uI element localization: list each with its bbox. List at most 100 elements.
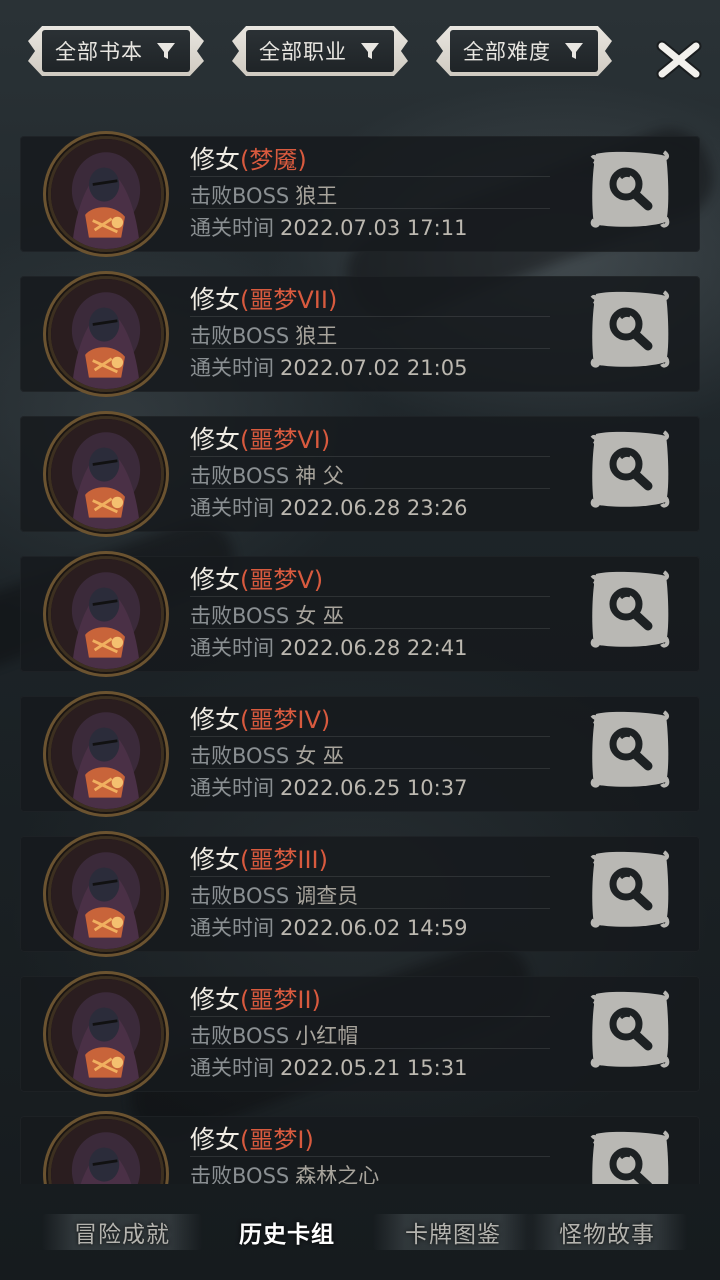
clear-time-row: 通关时间 2022.06.28 22:41	[190, 632, 467, 662]
nun-portrait-icon	[48, 416, 164, 532]
nun-portrait-icon	[48, 976, 164, 1092]
divider	[190, 316, 550, 317]
divider	[190, 488, 550, 489]
tab-achievements[interactable]: 冒险成就	[42, 1208, 202, 1256]
character-name: 修女	[190, 845, 241, 874]
filter-difficulty-label: 全部难度	[463, 40, 551, 64]
divider	[190, 596, 550, 597]
character-name: 修女	[190, 565, 241, 594]
clear-time-row: 通关时间 2022.07.02 21:05	[190, 352, 467, 382]
boss-label: 击败BOSS	[190, 604, 290, 628]
clear-time-value: 2022.06.28 23:26	[280, 496, 468, 520]
difficulty-label: (噩梦I)	[240, 1126, 314, 1154]
nun-portrait-icon	[48, 556, 164, 672]
magnifier-icon[interactable]	[588, 1128, 672, 1184]
magnifier-icon[interactable]	[588, 988, 672, 1070]
boss-name: 森林之心	[295, 1164, 380, 1184]
divider	[190, 1156, 550, 1157]
divider	[190, 456, 550, 457]
boss-name: 神 父	[295, 464, 344, 488]
difficulty-label: (噩梦IV)	[240, 706, 331, 734]
clear-time-row: 通关时间 2022.07.03 17:11	[190, 212, 467, 242]
magnifier-icon[interactable]	[588, 148, 672, 230]
clear-time-value: 2022.07.02 21:05	[280, 356, 468, 380]
nun-portrait-icon	[48, 136, 164, 252]
divider	[190, 208, 550, 209]
boss-name: 女 巫	[295, 604, 344, 628]
history-record: 修女 (噩梦III) 击败BOSS 调查员 通关时间 2022.06.02 14:5…	[20, 836, 700, 952]
character-name: 修女	[190, 1125, 241, 1154]
character-name: 修女	[190, 285, 241, 314]
filter-difficulty-button[interactable]: 全部难度	[436, 26, 612, 76]
boss-row: 击败BOSS 狼王	[190, 180, 337, 210]
nun-portrait-icon	[48, 1116, 164, 1184]
magnifier-icon[interactable]	[588, 288, 672, 370]
magnifier-icon[interactable]	[588, 708, 672, 790]
boss-label: 击败BOSS	[190, 744, 290, 768]
tab-history-decks-label: 历史卡组	[239, 1222, 335, 1248]
difficulty-label: (噩梦II)	[240, 986, 321, 1014]
boss-row: 击败BOSS 神 父	[190, 460, 344, 490]
clear-time-value: 2022.06.02 14:59	[280, 916, 468, 940]
magnifier-icon[interactable]	[588, 848, 672, 930]
filter-book-button[interactable]: 全部书本	[28, 26, 204, 76]
character-name: 修女	[190, 705, 241, 734]
clear-time-row: 通关时间 2022.05.21 15:31	[190, 1052, 467, 1082]
divider	[190, 736, 550, 737]
divider	[190, 908, 550, 909]
clear-time-value: 2022.05.21 15:31	[280, 1056, 468, 1080]
funnel-icon	[361, 43, 379, 59]
clear-time-label: 通关时间	[190, 356, 274, 380]
difficulty-label: (噩梦VI)	[240, 426, 331, 454]
character-name: 修女	[190, 985, 241, 1014]
history-record: 修女 (噩梦II) 击败BOSS 小红帽 通关时间 2022.05.21 15:31	[20, 976, 700, 1092]
clear-time-label: 通关时间	[190, 916, 274, 940]
tab-card-gallery-label: 卡牌图鉴	[405, 1222, 501, 1248]
divider	[190, 348, 550, 349]
clear-time-value: 2022.06.28 22:41	[280, 636, 468, 660]
filter-book-label: 全部书本	[55, 40, 143, 64]
boss-name: 狼王	[295, 324, 338, 348]
history-record: 修女 (噩梦VI) 击败BOSS 神 父 通关时间 2022.06.28 23:26	[20, 416, 700, 532]
difficulty-label: (噩梦VII)	[240, 286, 338, 314]
boss-label: 击败BOSS	[190, 1164, 290, 1184]
clear-time-value: 2022.06.25 10:37	[280, 776, 468, 800]
clear-time-row: 通关时间 2022.06.28 23:26	[190, 492, 467, 522]
history-list[interactable]: 修女 (梦魇) 击败BOSS狼王 通关时间2022.07.03 17:11	[0, 126, 720, 1184]
tab-card-gallery[interactable]: 卡牌图鉴	[373, 1208, 533, 1256]
bottom-tab-bar: 冒险成就 历史卡组 卡牌图鉴 怪物故事	[0, 1194, 720, 1280]
tab-monster-stories[interactable]: 怪物故事	[527, 1208, 687, 1256]
boss-name: 狼王	[295, 184, 338, 208]
boss-row: 击败BOSS 女 巫	[190, 600, 344, 630]
divider	[190, 628, 550, 629]
divider	[190, 768, 550, 769]
tab-achievements-label: 冒险成就	[74, 1222, 170, 1248]
history-record: 修女 (噩梦I) 击败BOSS森林之心 通关时间	[20, 1116, 700, 1184]
clear-time-row: 通关时间 2022.06.25 10:37	[190, 772, 467, 802]
divider	[190, 1048, 550, 1049]
boss-row: 击败BOSS 森林之心	[190, 1160, 379, 1184]
clear-time-value: 2022.07.03 17:11	[280, 216, 468, 240]
magnifier-icon[interactable]	[588, 568, 672, 650]
filter-class-button[interactable]: 全部职业	[232, 26, 408, 76]
boss-label: 击败BOSS	[190, 1024, 290, 1048]
clear-time-label: 通关时间	[190, 496, 274, 520]
clear-time-label: 通关时间	[190, 216, 274, 240]
nun-portrait-icon	[48, 696, 164, 812]
boss-label: 击败BOSS	[190, 464, 290, 488]
divider	[190, 176, 550, 177]
nun-portrait-icon	[48, 276, 164, 392]
history-record: 修女 (噩梦IV) 击败BOSS 女 巫 通关时间 2022.06.25 10:37	[20, 696, 700, 812]
clear-time-label: 通关时间	[190, 636, 274, 660]
nun-portrait-icon	[48, 836, 164, 952]
boss-name: 调查员	[295, 884, 359, 908]
filter-bar: 全部书本 全部职业 全部难度	[0, 18, 720, 82]
clear-time-row: 通关时间 2022.06.02 14:59	[190, 912, 467, 942]
close-icon[interactable]	[656, 40, 702, 80]
boss-row: 击败BOSS 调查员	[190, 880, 358, 910]
character-name: 修女	[190, 145, 241, 174]
boss-label: 击败BOSS	[190, 324, 290, 348]
difficulty-label: (噩梦V)	[240, 566, 324, 594]
magnifier-icon[interactable]	[588, 428, 672, 510]
tab-history-decks[interactable]: 历史卡组	[207, 1208, 367, 1256]
